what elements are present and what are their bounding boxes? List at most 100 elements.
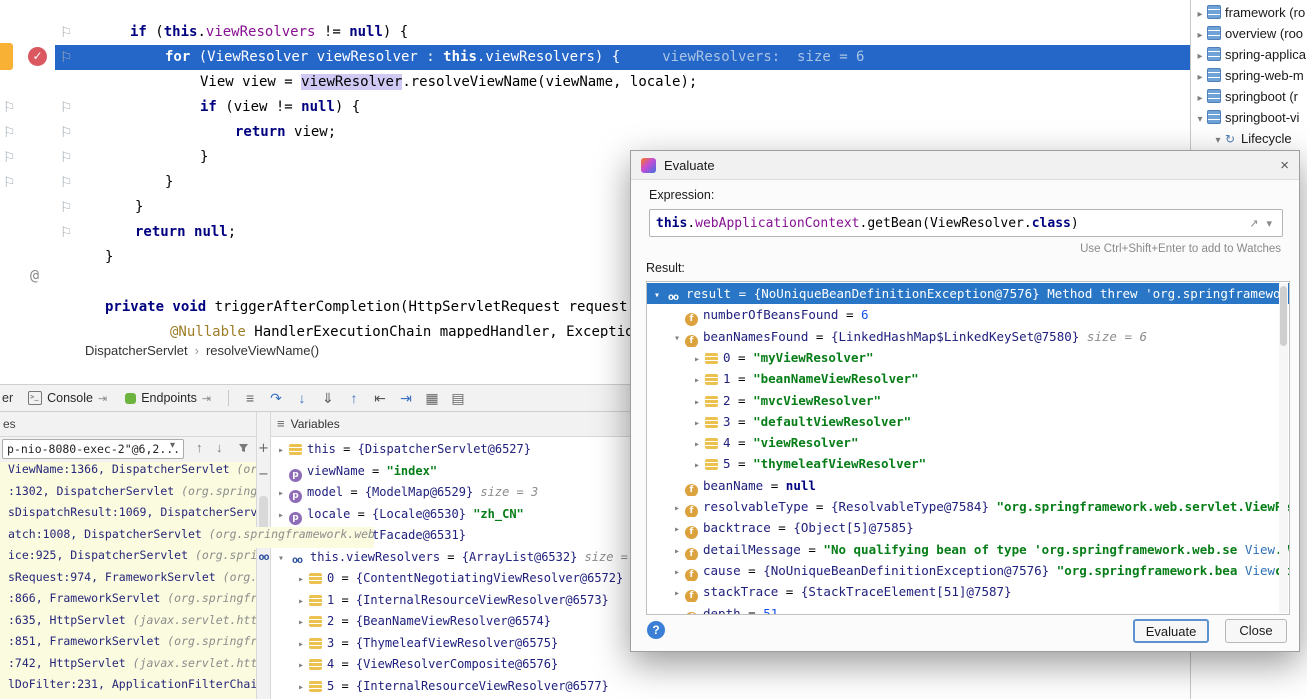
result-row[interactable]: ▸5 = "thymeleafViewResolver" [647, 453, 1289, 474]
chevron-icon[interactable]: ▸ [294, 655, 308, 676]
bookmark-flag-icon[interactable]: ⚐ [3, 99, 16, 115]
variable-row[interactable]: ▸5 = {InternalResourceViewResolver@6577} [271, 676, 1190, 698]
bookmark-flag-icon[interactable]: ⚐ [60, 49, 73, 65]
result-row[interactable]: ▸3 = "defaultViewResolver" [647, 411, 1289, 432]
chevron-icon[interactable]: ▸ [670, 498, 684, 517]
chevron-icon[interactable]: ▾ [650, 285, 664, 304]
project-tree-item[interactable]: ▸framework (ro [1191, 2, 1307, 23]
result-row[interactable]: ▸fresolvableType = {ResolvableType@7584}… [647, 496, 1289, 517]
result-row[interactable]: ▸4 = "viewResolver" [647, 432, 1289, 453]
close-button[interactable]: Close [1225, 619, 1287, 643]
thread-selector[interactable]: p-nio-8080-exec-2"@6,2... [2, 439, 184, 459]
run-to-cursor-icon[interactable]: ⇥ [393, 390, 419, 407]
frame-row[interactable]: ViewName:1366, DispatcherServlet (org.sp… [0, 462, 256, 484]
chevron-icon[interactable]: ▸ [1193, 67, 1207, 86]
evaluate-button[interactable]: Evaluate [1133, 619, 1209, 643]
chevron-icon[interactable]: ▸ [1193, 4, 1207, 23]
result-row[interactable]: ▸fdetailMessage = "No qualifying bean of… [647, 539, 1289, 560]
frame-row[interactable]: sDispatchResult:1069, DispatcherServlet … [0, 505, 256, 527]
bookmark-flag-icon[interactable]: ⚐ [60, 124, 73, 140]
breadcrumb-item[interactable]: DispatcherServlet [85, 343, 188, 358]
result-row[interactable]: ▾ooresult = {NoUniqueBeanDefinitionExcep… [647, 283, 1289, 304]
tab-console[interactable]: Console ⇥ [19, 385, 116, 411]
project-tree-item[interactable]: ▾↻Lifecycle [1191, 128, 1307, 149]
chevron-icon[interactable]: ▸ [294, 612, 308, 633]
project-tree-item[interactable]: ▸overview (roo [1191, 23, 1307, 44]
frame-row[interactable]: sRequest:974, FrameworkServlet (org.spri… [0, 570, 256, 592]
frame-row[interactable]: :635, HttpServlet (javax.servlet.http) [0, 613, 256, 635]
frame-row[interactable]: ice:925, DispatcherServlet (org.springfr… [0, 548, 256, 570]
bookmark-flag-icon[interactable]: ⚐ [60, 199, 73, 215]
help-icon[interactable]: ? [647, 621, 665, 639]
chevron-icon[interactable]: ▸ [670, 583, 684, 602]
chevron-icon[interactable]: ▸ [294, 569, 308, 590]
chevron-icon[interactable]: ▸ [670, 519, 684, 538]
settings-icon[interactable]: ▤ [445, 390, 471, 407]
hamburger-icon[interactable]: ≡ [277, 412, 285, 436]
chevron-icon[interactable]: ▸ [690, 392, 704, 411]
result-row[interactable]: ▸0 = "myViewResolver" [647, 347, 1289, 368]
chevron-icon[interactable]: ▸ [294, 634, 308, 655]
expand-icon[interactable]: ↗ [1245, 217, 1262, 230]
chevron-down-icon[interactable]: ▾ [170, 440, 175, 451]
bookmark-flag-icon[interactable]: ⚐ [3, 174, 16, 190]
bookmark-flag-icon[interactable]: ⚐ [3, 149, 16, 165]
close-icon[interactable]: × [1280, 158, 1289, 173]
bookmark-flag-icon[interactable]: ⚐ [3, 124, 16, 140]
frame-row[interactable]: :1302, DispatcherServlet (org.springfram… [0, 484, 256, 506]
result-row[interactable]: ▸fcause = {NoUniqueBeanDefinitionExcepti… [647, 560, 1289, 581]
drop-frame-icon[interactable]: ⇤ [367, 390, 393, 407]
result-row[interactable]: fbeanName = null [647, 475, 1289, 496]
frame-row[interactable]: lDoFilter:231, ApplicationFilterChain (o… [0, 677, 256, 699]
chevron-icon[interactable]: ▸ [1193, 46, 1207, 65]
chevron-icon[interactable]: ▸ [1193, 88, 1207, 107]
step-into-icon[interactable]: ↓ [289, 390, 315, 406]
chevron-icon[interactable]: ▸ [670, 562, 684, 581]
chevron-icon[interactable]: ▾ [1211, 130, 1225, 149]
clipped-debugger-tab[interactable]: er [0, 391, 19, 405]
result-row[interactable]: ▸1 = "beanNameViewResolver" [647, 368, 1289, 389]
bookmark-flag-icon[interactable]: ⚐ [60, 224, 73, 240]
breadcrumb-item[interactable]: resolveViewName() [206, 343, 319, 358]
chevron-icon[interactable]: ▸ [294, 591, 308, 612]
chevron-icon[interactable]: ▸ [690, 349, 704, 368]
project-tree-item[interactable]: ▸spring-web-m [1191, 65, 1307, 86]
chevron-icon[interactable]: ▸ [274, 483, 288, 504]
bookmark-flag-icon[interactable]: ⚐ [60, 149, 73, 165]
frame-row[interactable]: atch:1008, DispatcherServlet (org.spring… [0, 527, 374, 549]
chevron-icon[interactable]: ▾ [274, 548, 288, 569]
chevron-icon[interactable]: ▸ [690, 370, 704, 389]
frame-row[interactable]: :866, FrameworkServlet (org.springframew… [0, 591, 256, 613]
project-tree-item[interactable]: ▾springboot-vi [1191, 107, 1307, 128]
chevron-icon[interactable]: ▸ [294, 677, 308, 698]
tab-endpoints[interactable]: Endpoints ⇥ [116, 385, 220, 411]
remove-watch-button[interactable]: − [257, 468, 270, 482]
result-row[interactable]: ▸fstackTrace = {StackTraceElement[51]@75… [647, 581, 1289, 602]
filter-icon[interactable] [238, 442, 249, 457]
result-row[interactable]: fdepth = 51 [647, 603, 1289, 616]
chevron-icon[interactable]: ▸ [1193, 25, 1207, 44]
frame-row[interactable]: :851, FrameworkServlet (org.springframew… [0, 634, 256, 656]
result-row[interactable]: ▸2 = "mvcViewResolver" [647, 390, 1289, 411]
frame-row[interactable]: :742, HttpServlet (javax.servlet.http) [0, 656, 256, 678]
project-tree-item[interactable]: ▸springboot (r [1191, 86, 1307, 107]
chevron-icon[interactable]: ▸ [690, 455, 704, 474]
chevron-icon[interactable]: ▸ [670, 541, 684, 560]
chevron-icon[interactable]: ▸ [690, 413, 704, 432]
frame-down-icon[interactable]: ↓ [216, 440, 223, 455]
chevron-icon[interactable]: ▸ [274, 440, 288, 461]
step-over-icon[interactable]: ↷ [263, 390, 289, 407]
scrollbar-thumb[interactable] [1280, 286, 1287, 346]
project-tree-item[interactable]: ▸spring-applica [1191, 44, 1307, 65]
view-link[interactable]: View [1237, 539, 1275, 560]
chevron-icon[interactable]: ▾ [670, 328, 684, 347]
chevron-down-icon[interactable]: ▾ [1262, 217, 1276, 230]
view-link[interactable]: View [1237, 560, 1275, 581]
scrollbar-track[interactable] [1279, 283, 1288, 613]
bookmark-flag-icon[interactable]: ⚐ [60, 99, 73, 115]
bookmark-flag-icon[interactable]: ⚐ [60, 24, 73, 40]
breakpoint-verified-icon[interactable]: ✓ [28, 47, 47, 66]
step-out-icon[interactable]: ↑ [341, 390, 367, 406]
view-breakpoints-icon[interactable]: ▦ [419, 390, 445, 407]
frame-up-icon[interactable]: ↑ [196, 440, 203, 455]
